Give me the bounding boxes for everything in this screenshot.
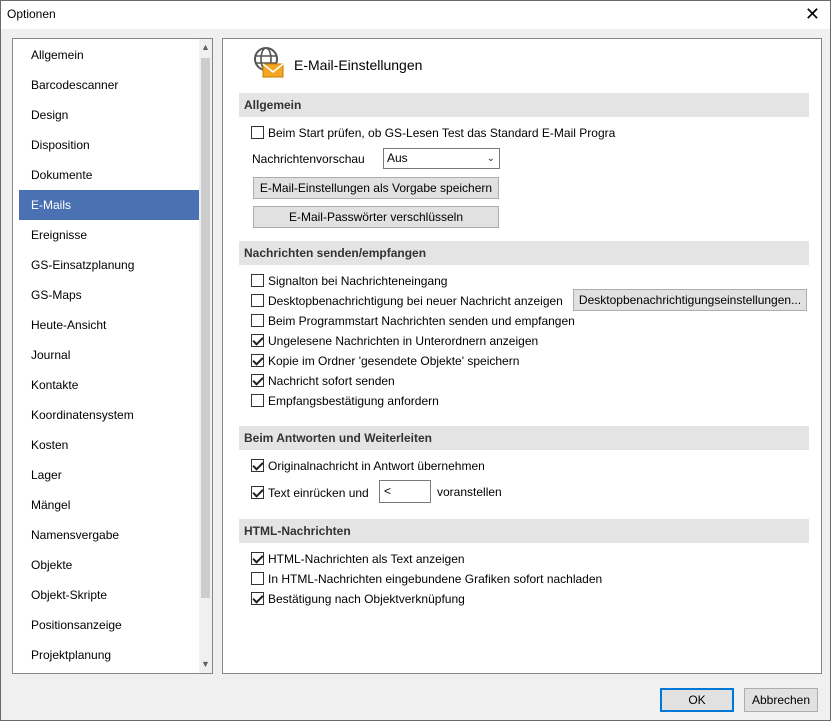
checkbox-box[interactable] (251, 592, 264, 605)
cancel-button[interactable]: Abbrechen (744, 688, 818, 712)
section-general: Allgemein (239, 93, 809, 117)
section-send-receive: Nachrichten senden/empfangen (239, 241, 809, 265)
checkbox-label: Empfangsbestätigung anfordern (268, 394, 439, 408)
nav-item[interactable]: Objekt-Skripte (19, 580, 199, 610)
checkbox-box[interactable] (251, 459, 264, 472)
nav-item[interactable]: Kontakte (19, 370, 199, 400)
options-dialog: Optionen ✕ Allgemein Barcodescanner Design… (0, 0, 831, 721)
checkbox-label: In HTML-Nachrichten eingebundene Grafike… (268, 572, 603, 586)
checkbox-label: Kopie im Ordner 'gesendete Objekte' spei… (268, 354, 520, 368)
send-immediately-checkbox[interactable]: Nachricht sofort senden (251, 373, 395, 389)
preview-value: Aus (387, 151, 408, 165)
checkbox-box[interactable] (251, 572, 264, 585)
nav-item[interactable]: Ereignisse (19, 220, 199, 250)
checkbox-label: Signalton bei Nachrichteneingang (268, 274, 448, 288)
close-icon[interactable]: ✕ (805, 4, 820, 24)
nav-item[interactable]: Journal (19, 340, 199, 370)
checkbox-box[interactable] (251, 334, 264, 347)
checkbox-box[interactable] (251, 374, 264, 387)
page-title: E-Mail-Einstellungen (294, 57, 423, 73)
checkbox-label: Bestätigung nach Objektverknüpfung (268, 592, 465, 606)
nav-item[interactable]: E-Mails (19, 190, 199, 220)
preview-select[interactable]: Aus ⌄ (383, 148, 500, 169)
scroll-up-icon[interactable]: ▲ (199, 39, 212, 56)
indent-suffix-label: voranstellen (437, 485, 502, 499)
category-list[interactable]: Allgemein Barcodescanner Design Disposition… (12, 38, 213, 674)
nav-item[interactable]: Design (19, 100, 199, 130)
copy-sent-checkbox[interactable]: Kopie im Ordner 'gesendete Objekte' spei… (251, 353, 519, 369)
chevron-down-icon: ⌄ (486, 153, 495, 164)
nav-item[interactable]: GS-Einsatzplanung (19, 250, 199, 280)
desktop-notify-settings-button[interactable]: Desktopbenachrichtigungseinstellungen... (573, 289, 807, 311)
ok-button[interactable]: OK (660, 688, 734, 712)
nav-item[interactable]: Kosten (19, 430, 199, 460)
checkbox-box[interactable] (251, 486, 264, 499)
checkbox-box[interactable] (251, 314, 264, 327)
preview-label: Nachrichtenvorschau (252, 152, 365, 166)
unread-subfolders-checkbox[interactable]: Ungelesene Nachrichten in Unterordnern a… (251, 333, 538, 349)
nav-item[interactable]: Positionsanzeige (19, 610, 199, 640)
indent-checkbox[interactable]: Text einrücken und (251, 485, 369, 501)
desktop-notify-checkbox[interactable]: Desktopbenachrichtigung bei neuer Nachri… (251, 293, 563, 309)
checkbox-box[interactable] (251, 294, 264, 307)
encrypt-passwords-button[interactable]: E-Mail-Passwörter verschlüsseln (253, 206, 499, 228)
checkbox-label: Beim Start prüfen, ob GS-Lesen Test das … (268, 126, 616, 140)
read-receipt-checkbox[interactable]: Empfangsbestätigung anfordern (251, 393, 439, 409)
checkbox-label: Desktopbenachrichtigung bei neuer Nachri… (268, 294, 563, 308)
section-reply: Beim Antworten und Weiterleiten (239, 426, 809, 450)
include-original-checkbox[interactable]: Originalnachricht in Antwort übernehmen (251, 458, 485, 474)
checkbox-box[interactable] (251, 354, 264, 367)
nav-item[interactable]: GS-Maps (19, 280, 199, 310)
nav-item[interactable]: Disposition (19, 130, 199, 160)
nav-item[interactable]: Projektplanung (19, 640, 199, 670)
checkbox-label: Text einrücken und (268, 486, 369, 500)
save-default-button[interactable]: E-Mail-Einstellungen als Vorgabe speiche… (253, 177, 499, 199)
indent-prefix-input[interactable]: < (379, 480, 431, 503)
settings-panel: E-Mail-Einstellungen Allgemein Beim Star… (222, 38, 822, 674)
nav-item[interactable]: Lager (19, 460, 199, 490)
checkbox-box[interactable] (251, 552, 264, 565)
send-on-start-checkbox[interactable]: Beim Programmstart Nachrichten senden un… (251, 313, 575, 329)
sound-checkbox[interactable]: Signalton bei Nachrichteneingang (251, 273, 447, 289)
section-html: HTML-Nachrichten (239, 519, 809, 543)
email-settings-icon (254, 47, 284, 78)
checkbox-label: HTML-Nachrichten als Text anzeigen (268, 552, 465, 566)
confirm-link-checkbox[interactable]: Bestätigung nach Objektverknüpfung (251, 591, 465, 607)
checkbox-label: Ungelesene Nachrichten in Unterordnern a… (268, 334, 539, 348)
checkbox-box[interactable] (251, 274, 264, 287)
html-as-text-checkbox[interactable]: HTML-Nachrichten als Text anzeigen (251, 551, 465, 567)
scroll-thumb[interactable] (201, 58, 210, 598)
checkbox-label: Beim Programmstart Nachrichten senden un… (268, 314, 575, 328)
nav-item[interactable]: Namensvergabe (19, 520, 199, 550)
scroll-down-icon[interactable]: ▼ (199, 656, 212, 673)
nav-item[interactable]: Allgemein (19, 40, 199, 70)
checkbox-label: Originalnachricht in Antwort übernehmen (268, 459, 485, 473)
window-title: Optionen (7, 7, 56, 21)
checkbox-box[interactable] (251, 394, 264, 407)
nav-item[interactable]: Mängel (19, 490, 199, 520)
load-images-checkbox[interactable]: In HTML-Nachrichten eingebundene Grafike… (251, 571, 602, 587)
nav-item[interactable]: Heute-Ansicht (19, 310, 199, 340)
category-scrollbar[interactable]: ▲ ▼ (199, 39, 212, 673)
nav-item[interactable]: Dokumente (19, 160, 199, 190)
nav-item[interactable]: Koordinatensystem (19, 400, 199, 430)
check-default-client-checkbox[interactable]: Beim Start prüfen, ob GS-Lesen Test das … (251, 125, 615, 141)
nav-item[interactable]: Objekte (19, 550, 199, 580)
title-bar: Optionen ✕ (1, 1, 830, 29)
checkbox-label: Nachricht sofort senden (268, 374, 395, 388)
checkbox-box[interactable] (251, 126, 264, 139)
nav-item[interactable]: Barcodescanner (19, 70, 199, 100)
